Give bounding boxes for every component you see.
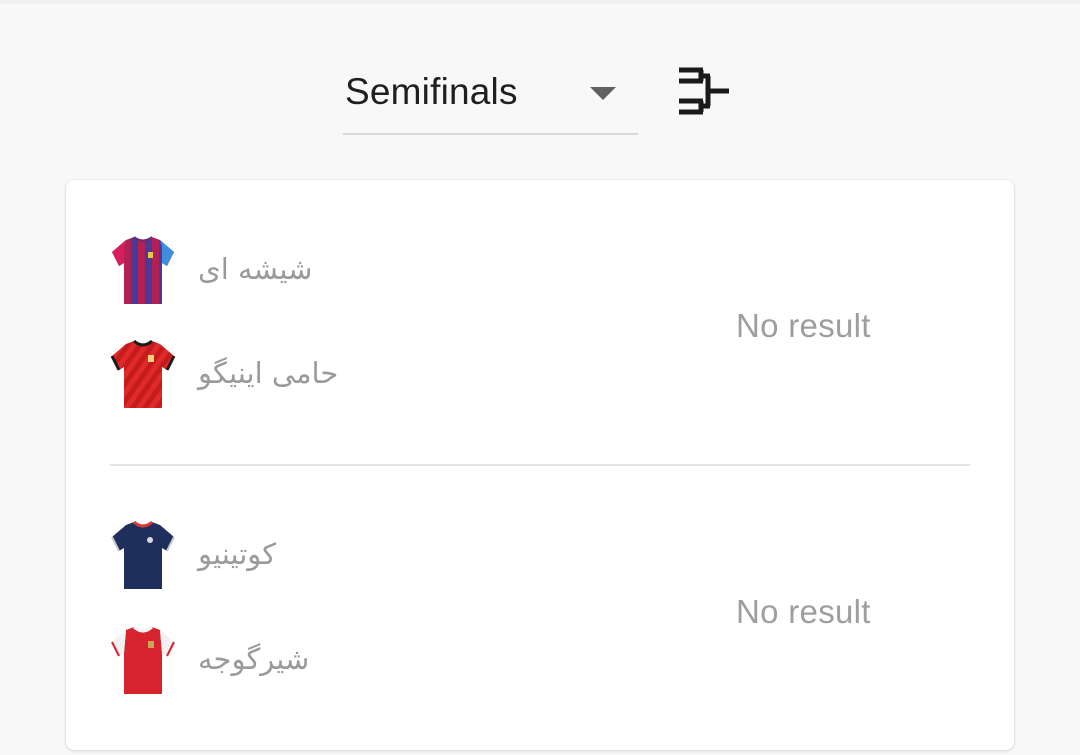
away-team[interactable]: حامی اینیگو bbox=[110, 340, 510, 412]
red-striped-jersey-icon bbox=[110, 340, 176, 408]
match-row[interactable]: کوتینیو شیرگوجه No result bbox=[66, 466, 1014, 751]
dropdown-caret-icon bbox=[590, 87, 616, 100]
team-name: کوتینیو bbox=[198, 537, 277, 571]
match-row[interactable]: شیشه ای حامی اینیگو No result bbox=[66, 180, 1014, 465]
team-name: شیرگوجه bbox=[198, 642, 310, 676]
top-divider bbox=[0, 0, 1080, 4]
bracket-view-button[interactable] bbox=[676, 66, 732, 116]
tournament-bracket-icon bbox=[679, 67, 729, 115]
match-result: No result bbox=[736, 307, 871, 344]
navy-jersey-icon bbox=[111, 521, 175, 589]
red-white-jersey-icon bbox=[111, 626, 175, 694]
home-team[interactable]: شیشه ای bbox=[110, 236, 510, 308]
round-dropdown-value: Semifinals bbox=[345, 71, 518, 112]
home-team[interactable]: کوتینیو bbox=[110, 521, 510, 593]
round-dropdown[interactable]: Semifinals bbox=[343, 58, 638, 135]
away-team[interactable]: شیرگوجه bbox=[110, 626, 510, 698]
blue-maroon-jersey-icon bbox=[112, 236, 174, 304]
matches-card: شیشه ای حامی اینیگو No result کوتینیو شی… bbox=[66, 180, 1014, 750]
match-result: No result bbox=[736, 593, 871, 630]
team-name: حامی اینیگو bbox=[198, 356, 339, 390]
team-name: شیشه ای bbox=[198, 252, 313, 286]
